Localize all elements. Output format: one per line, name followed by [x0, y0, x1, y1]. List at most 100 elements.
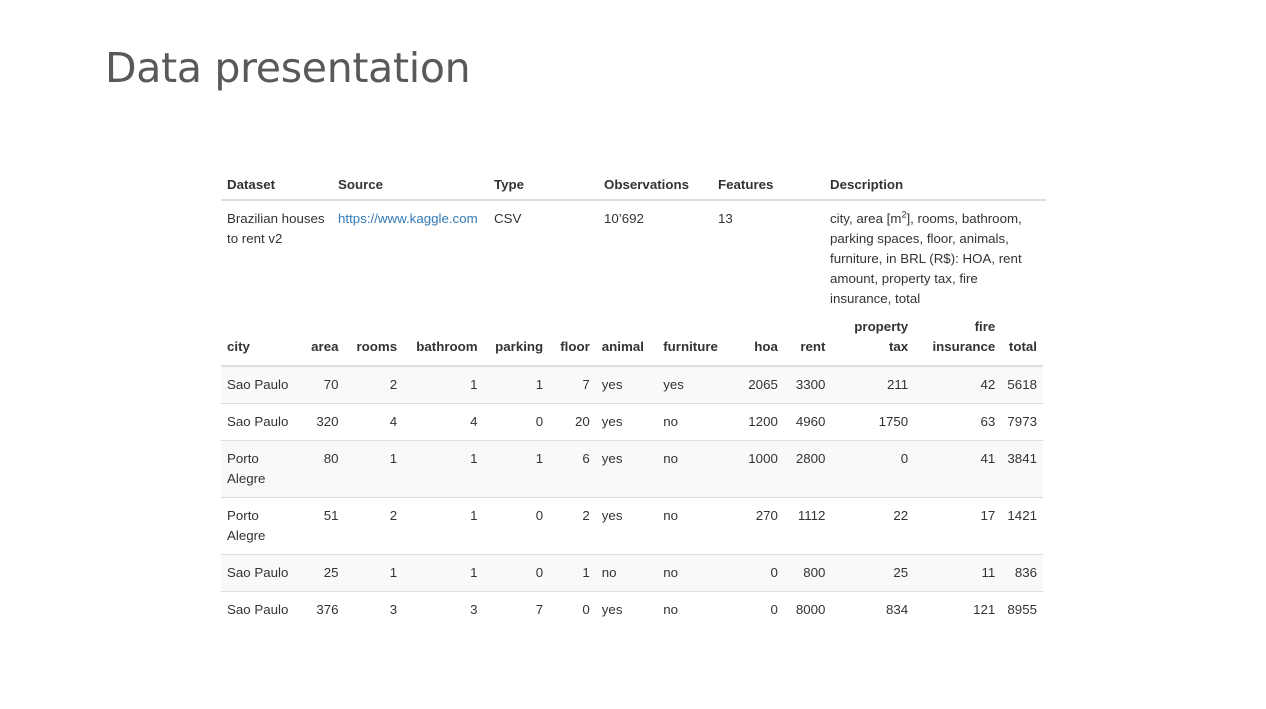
source-header: Source: [332, 171, 488, 201]
cell-fire-insurance: 42: [914, 366, 1002, 404]
cell-property-tax: 25: [831, 554, 915, 592]
column-header-hoa: hoa: [728, 315, 784, 367]
data-header-row: city area rooms bathroom parking floor a…: [221, 315, 1043, 367]
description-header: Description: [824, 171, 1046, 201]
cell-animal: yes: [595, 497, 658, 555]
header-line-2: hoa: [754, 339, 778, 354]
cell-animal: no: [595, 554, 658, 592]
cell-property-tax: 22: [831, 497, 915, 555]
cell-fire-insurance: 17: [914, 497, 1002, 555]
cell-animal: yes: [595, 403, 658, 441]
cell-rent: 2800: [783, 440, 832, 498]
cell-area: 70: [298, 366, 345, 404]
header-line-2: city: [227, 339, 250, 354]
slide-title: Data presentation: [105, 44, 471, 92]
cell-hoa: 270: [728, 497, 784, 555]
cell-area: 80: [298, 440, 345, 498]
cell-animal: yes: [595, 591, 658, 628]
cell-rent: 4960: [783, 403, 832, 441]
cell-furniture: no: [657, 440, 729, 498]
cell-parking: 1: [483, 440, 550, 498]
cell-total: 836: [1001, 554, 1043, 592]
description-text-start: city, area [m: [830, 211, 902, 226]
cell-city: Sao Paulo: [221, 366, 299, 404]
cell-hoa: 1200: [728, 403, 784, 441]
header-line-2: rent: [800, 339, 826, 354]
column-header-area: area: [298, 315, 345, 367]
observations-header: Observations: [598, 171, 712, 201]
cell-city: Porto Alegre: [221, 497, 299, 555]
cell-total: 3841: [1001, 440, 1043, 498]
dataset-observations: 10’692: [604, 211, 644, 226]
cell-rooms: 3: [344, 591, 404, 628]
header-line-2: bathroom: [416, 339, 478, 354]
header-line-2: parking: [495, 339, 544, 354]
cell-parking: 0: [483, 497, 550, 555]
cell-rent: 3300: [783, 366, 832, 404]
cell-furniture: no: [657, 497, 729, 555]
cell-area: 320: [298, 403, 345, 441]
cell-hoa: 0: [728, 591, 784, 628]
dataset-source: https://www.kaggle.com: [332, 200, 488, 314]
header-line-2: floor: [560, 339, 590, 354]
cell-area: 51: [298, 497, 345, 555]
header-line-1: fire: [974, 319, 996, 334]
dataset-info-table: Dataset Source Type Observations Feature…: [221, 171, 1046, 314]
cell-parking: 7: [483, 591, 550, 628]
column-header-furniture: furniture: [657, 315, 729, 367]
dataset-type: CSV: [494, 211, 522, 226]
cell-fire-insurance: 63: [914, 403, 1002, 441]
header-line-2: area: [311, 339, 339, 354]
column-header-rent: rent: [783, 315, 832, 367]
header-line-1: property: [854, 319, 909, 334]
column-header-rooms: rooms: [344, 315, 404, 367]
header-line-2: total: [1008, 339, 1037, 354]
cell-bathroom: 1: [403, 440, 484, 498]
cell-rooms: 1: [344, 554, 404, 592]
column-header-floor: floor: [549, 315, 596, 367]
cell-area: 376: [298, 591, 345, 628]
features-header: Features: [712, 171, 824, 201]
cell-property-tax: 0: [831, 440, 915, 498]
source-link[interactable]: https://www.kaggle.com: [338, 211, 478, 226]
cell-total: 1421: [1001, 497, 1043, 555]
table-row: Porto Alegre 51 2 1 0 2 yes no 270 1112 …: [221, 497, 1043, 555]
cell-floor: 7: [549, 366, 596, 404]
cell-parking: 0: [483, 403, 550, 441]
header-line-2: insurance: [932, 339, 996, 354]
houses-data-table: city area rooms bathroom parking floor a…: [221, 315, 1043, 628]
header-line-2: rooms: [356, 339, 398, 354]
cell-rooms: 4: [344, 403, 404, 441]
cell-rent: 800: [783, 554, 832, 592]
cell-city: Sao Paulo: [221, 403, 299, 441]
cell-animal: yes: [595, 366, 658, 404]
dataset-row: Brazilian houses to rent v2 https://www.…: [221, 200, 1046, 314]
cell-furniture: no: [657, 591, 729, 628]
cell-property-tax: 834: [831, 591, 915, 628]
table-row: Sao Paulo 25 1 1 0 1 no no 0 800 25 11 8…: [221, 554, 1043, 592]
cell-city: Sao Paulo: [221, 591, 299, 628]
cell-bathroom: 1: [403, 497, 484, 555]
column-header-city: city: [221, 315, 299, 367]
column-header-total: total: [1001, 315, 1043, 367]
cell-rooms: 2: [344, 366, 404, 404]
cell-floor: 1: [549, 554, 596, 592]
cell-fire-insurance: 41: [914, 440, 1002, 498]
cell-bathroom: 1: [403, 366, 484, 404]
table-row: Sao Paulo 376 3 3 7 0 yes no 0 8000 834 …: [221, 591, 1043, 628]
cell-floor: 20: [549, 403, 596, 441]
dataset-header-row: Dataset Source Type Observations Feature…: [221, 171, 1046, 201]
cell-fire-insurance: 11: [914, 554, 1002, 592]
column-header-animal: animal: [595, 315, 658, 367]
cell-furniture: no: [657, 554, 729, 592]
cell-furniture: yes: [657, 366, 729, 404]
cell-city: Sao Paulo: [221, 554, 299, 592]
cell-property-tax: 211: [831, 366, 915, 404]
cell-bathroom: 4: [403, 403, 484, 441]
cell-area: 25: [298, 554, 345, 592]
table-row: Sao Paulo 70 2 1 1 7 yes yes 2065 3300 2…: [221, 366, 1043, 404]
dataset-name: Brazilian houses to rent v2: [227, 211, 325, 246]
cell-hoa: 1000: [728, 440, 784, 498]
type-header: Type: [488, 171, 598, 201]
dataset-header: Dataset: [221, 171, 332, 201]
